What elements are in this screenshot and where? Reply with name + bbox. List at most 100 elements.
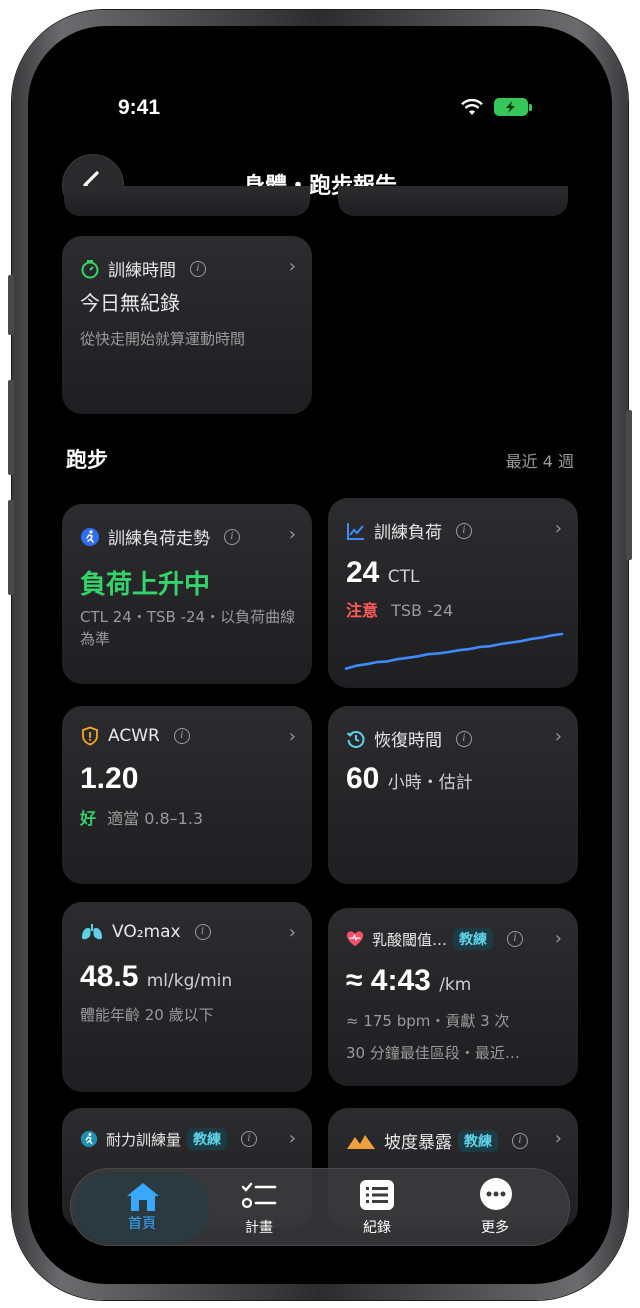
vo2-value-row: 48.5 ml/kg/min (80, 960, 232, 994)
card-header: 耐力訓練量 教練 i (80, 1128, 258, 1150)
lactate-card[interactable]: 乳酸閾值… 教練 i › ≈ 4:43 /km ≈ 175 bpm・貢獻 3 次… (328, 908, 578, 1086)
tab-home[interactable]: 首頁 (75, 1173, 209, 1243)
card-scrolled-right (338, 186, 568, 216)
home-icon (127, 1183, 159, 1211)
power-button (626, 410, 632, 560)
acwr-status-row: 好 適當 0.8–1.3 (80, 808, 203, 830)
load-status-row: 注意 TSB -24 (346, 600, 453, 622)
tab-label: 更多 (481, 1220, 509, 1236)
chart-line-icon (347, 522, 364, 540)
tab-log[interactable]: 紀錄 (317, 1169, 437, 1247)
card-title: 訓練負荷走勢 (108, 529, 210, 549)
info-icon[interactable]: i (456, 522, 472, 539)
chevron-right-icon: › (288, 1128, 296, 1149)
training-load-card[interactable]: 訓練負荷 i › 24 CTL 注意 TSB -24 (328, 498, 578, 688)
load-sparkline (344, 632, 564, 670)
info-icon[interactable]: i (512, 1132, 528, 1149)
card-header: 訓練時間 i (80, 256, 206, 281)
heart-pulse-icon (346, 931, 364, 947)
screen: 9:41 身體・跑步報告 訓練時間 i › 今日無紀錄 從快走開始就算運動時間 … (28, 26, 612, 1284)
card-title: 坡度暴露 (384, 1133, 452, 1153)
info-icon[interactable]: i (190, 260, 206, 277)
volume-down-button (8, 500, 14, 595)
volume-up-button (8, 380, 14, 475)
info-icon[interactable]: i (456, 730, 472, 747)
coach-badge: 教練 (458, 1129, 498, 1152)
battery-icon (494, 98, 528, 116)
lactate-line1: ≈ 175 bpm・貢獻 3 次 (346, 1012, 510, 1030)
chevron-right-icon: › (288, 256, 296, 277)
lactate-value: ≈ 4:43 (346, 964, 431, 997)
recovery-card[interactable]: 恢復時間 i › 60 小時・估計 (328, 706, 578, 884)
acwr-value: 1.20 (80, 762, 139, 795)
timer-icon (81, 259, 99, 278)
lactate-line2: 30 分鐘最佳區段・最近… (346, 1044, 520, 1062)
mountain-icon (347, 1134, 375, 1149)
info-icon[interactable]: i (194, 924, 211, 940)
chevron-right-icon: › (554, 928, 562, 949)
card-title: VO₂max (112, 922, 181, 942)
load-value-row: 24 CTL (346, 556, 419, 590)
status-time: 9:41 (118, 96, 161, 119)
history-icon (346, 730, 365, 748)
card-header: 訓練負荷 i (346, 518, 472, 543)
coach-badge: 教練 (187, 1128, 228, 1150)
recovery-value-row: 60 小時・估計 (346, 762, 473, 796)
tab-label: 首頁 (128, 1216, 156, 1232)
load-status: 注意 (346, 601, 379, 620)
runner-icon (81, 527, 99, 546)
tab-plan[interactable]: 計畫 (199, 1169, 319, 1247)
more-icon (480, 1178, 512, 1210)
battery-tip (529, 104, 532, 111)
card-header: VO₂max i (80, 922, 211, 942)
wifi-icon (461, 98, 483, 115)
info-icon[interactable]: i (173, 728, 190, 744)
trend-value: 負荷上升中 (80, 570, 211, 600)
chevron-right-icon: › (554, 518, 562, 539)
coach-badge: 教練 (453, 928, 494, 950)
section-title: 跑步 (66, 448, 108, 472)
card-title: 訓練負荷 (374, 523, 442, 543)
card-title: 乳酸閾值… (372, 930, 448, 949)
info-icon[interactable]: i (507, 931, 524, 947)
vo2-value: 48.5 (80, 960, 139, 993)
mute-switch (8, 275, 14, 335)
recovery-value: 60 (346, 762, 380, 795)
recovery-unit: 小時・估計 (387, 773, 473, 793)
card-header: 訓練負荷走勢 i (80, 524, 240, 549)
card-title: 耐力訓練量 (106, 1130, 182, 1149)
trend-note: CTL 24・TSB -24・以負荷曲線為準 (80, 608, 296, 648)
lactate-value-row: ≈ 4:43 /km (346, 964, 471, 998)
checklist-icon (241, 1182, 277, 1209)
load-detail: TSB -24 (391, 601, 454, 620)
info-icon[interactable]: i (224, 528, 240, 545)
card-note: 從快走開始就算運動時間 (80, 330, 246, 348)
acwr-detail: 適當 0.8–1.3 (107, 809, 204, 828)
acwr-status: 好 (80, 809, 97, 828)
card-title: ACWR (108, 726, 160, 746)
load-trend-card[interactable]: 訓練負荷走勢 i › 負荷上升中 CTL 24・TSB -24・以負荷曲線為準 (62, 504, 312, 684)
tab-bar: 首頁 計畫 紀錄 更多 (70, 1168, 570, 1246)
card-title: 訓練時間 (108, 261, 176, 281)
info-icon[interactable]: i (241, 1131, 258, 1147)
lactate-unit: /km (439, 975, 472, 995)
tab-more[interactable]: 更多 (435, 1169, 555, 1247)
acwr-card[interactable]: ACWR i › 1.20 好 適當 0.8–1.3 (62, 706, 312, 884)
vo2-unit: ml/kg/min (146, 971, 233, 991)
card-header: 坡度暴露 教練 i (346, 1128, 528, 1153)
shield-icon (82, 726, 98, 746)
tab-label: 紀錄 (363, 1220, 391, 1236)
load-value: 24 (346, 556, 380, 589)
vo2max-card[interactable]: VO₂max i › 48.5 ml/kg/min 體能年齡 20 歲以下 (62, 902, 312, 1092)
section-range: 最近 4 週 (505, 452, 574, 471)
load-unit: CTL (387, 567, 420, 587)
load-series-line (344, 632, 564, 670)
vo2-note: 體能年齡 20 歲以下 (80, 1006, 214, 1024)
training-time-card[interactable]: 訓練時間 i › 今日無紀錄 從快走開始就算運動時間 (62, 236, 312, 414)
runner-icon (80, 1130, 98, 1148)
card-title: 恢復時間 (374, 731, 442, 751)
chevron-right-icon: › (554, 1128, 562, 1149)
card-header: 乳酸閾值… 教練 i (346, 928, 524, 950)
chevron-right-icon: › (554, 726, 562, 747)
card-value: 今日無紀錄 (80, 291, 180, 315)
